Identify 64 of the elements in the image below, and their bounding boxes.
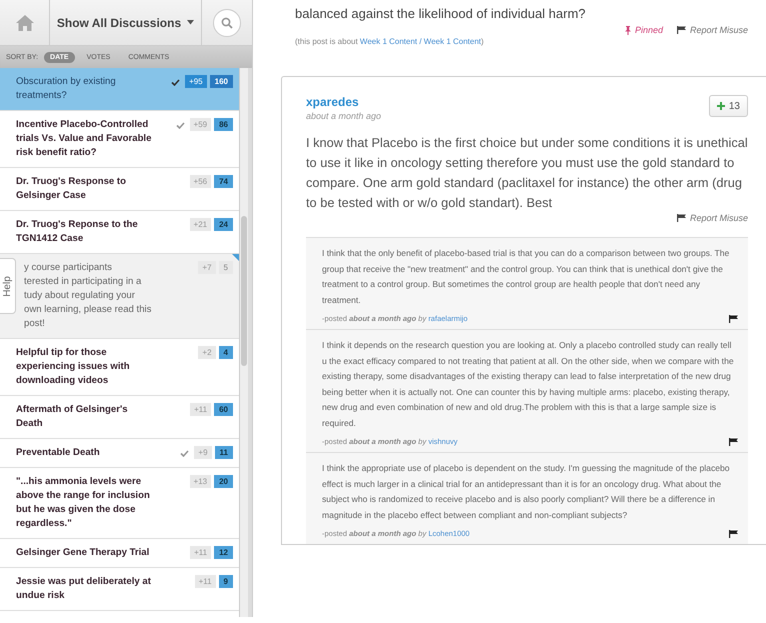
thread-title: "...his ammonia levels were above the range for inclusion but he was given the dose regardless." [16, 475, 150, 531]
comment-text: I think the appropriate use of placebo is dependent on the study. I'm guessing the magnitude of the placebo effect is much larger in a clinical trial for an antidepressant than it is for an oncology drug. What about the subject who is randomized to receive placebo and is also poorly compliant? Will there be a difference in magnitude in the placebo effect between compliant and non-compliant subjects? [322, 462, 731, 522]
comment-count: 11 [214, 446, 233, 459]
flag-icon [729, 438, 738, 446]
caret-icon [187, 20, 194, 25]
pinned-label[interactable]: Pinned [624, 25, 663, 35]
comment-count: 160 [210, 75, 233, 88]
thread-item[interactable]: Obscuration by existing treatments? +95 160 [0, 68, 239, 111]
response-text: I know that Placebo is the first choice but under some conditions it is unethical to use it like in oncology setting therefore you must use the gold standard to compare. One arm gold standard (paclitaxel for instance) the other arm (drug to be tested with or w/o gold standart). Best [306, 134, 748, 212]
report-button[interactable] [729, 314, 738, 322]
flag-icon [676, 26, 686, 34]
comment-text: I think that the only benefit of placebo-based trial is that you can do a comparison between two groups. The group that receive the "new treatment" and the control group. You can think that is unethical don't give the treatment to a control group. But sometimes the control group are health people that don't need any treatment. [322, 247, 730, 306]
vote-count: +9 [194, 446, 212, 459]
post-topic: (this post is about Week 1 Content / Week 1 Content) [295, 37, 484, 46]
scrollbar-thumb[interactable] [241, 216, 247, 366]
vote-count: +95 [185, 75, 207, 88]
thread-title: Dr. Truog's Reponse to the TGN1412 Case [16, 218, 138, 246]
post-time: about a month ago [306, 111, 382, 121]
plus-icon [716, 102, 725, 110]
author-link[interactable]: xparedes [306, 95, 382, 109]
thread-title: Preventable Death [16, 446, 100, 460]
report-button[interactable] [729, 438, 738, 446]
search-icon [221, 16, 233, 28]
vote-count: +11 [190, 546, 212, 559]
thread-title: Gelsinger Gene Therapy Trial [16, 546, 150, 560]
comment-count: 20 [214, 475, 233, 488]
pin-icon [624, 26, 631, 34]
thread-title: y course participants terested in participating in a tudy about regulating your own learning, please read this post! [23, 261, 152, 331]
comment-count: 86 [214, 118, 233, 131]
comment-text: I think it depends on the research question you are looking at. Only a placebo controlled study can really tell u the exact efficacy compared to not treating that patient at all. On the other side, when we compare with the existing therapy, some disadvantages of the existing therapy can lead to false interpretation of the new drug being better when it is actually not. One can counter this by having multiple arms: placebo, existing therapy, new drug and even combination of new and old drug.The problem with this is that a large sample size is required. [322, 339, 735, 430]
vote-count: +13 [190, 475, 212, 488]
thread-title: Obscuration by existing treatments? [16, 75, 116, 103]
flag-icon [729, 530, 738, 538]
unread-corner-icon [232, 254, 239, 261]
search-button[interactable] [213, 8, 241, 36]
flag-icon [676, 214, 686, 222]
flag-icon [729, 314, 738, 322]
thread-title: Helpful tip for those experiencing issues with downloading videos [16, 346, 130, 388]
thread-title: Dr. Truog's Response to Gelsinger Case [16, 175, 126, 203]
vote-count: +11 [194, 575, 216, 588]
report-misuse-link[interactable]: Report Misuse [676, 213, 748, 223]
comment-count: 24 [214, 218, 233, 231]
comment-count: 60 [214, 403, 233, 416]
comment-count: 9 [218, 575, 233, 588]
post-body: balanced against the likelihood of individual harm? [295, 6, 587, 21]
help-tab[interactable]: Help [0, 258, 16, 314]
thread-title: Jessie was put deliberately at undue risk [16, 575, 151, 603]
vote-count: +56 [190, 175, 212, 188]
thread-title: Aftermath of Gelsinger's Death [16, 403, 128, 431]
comment-count: 4 [218, 346, 233, 359]
thread-title: Incentive Placebo-Controlled trials Vs. Value and Favorable risk benefit ratio? [16, 118, 152, 160]
home-icon [14, 14, 34, 32]
vote-count: +7 [198, 261, 216, 274]
vote-count: +2 [198, 346, 216, 359]
report-button[interactable] [729, 530, 738, 538]
report-misuse-link[interactable]: Report Misuse [676, 25, 748, 35]
vote-count: +21 [190, 218, 212, 231]
comment-count: 12 [214, 546, 233, 559]
topic-link[interactable]: Week 1 Content / Week 1 Content [360, 37, 482, 46]
vote-button[interactable]: 13 [708, 95, 748, 117]
comment-count: 74 [214, 175, 233, 188]
vote-count: +11 [190, 403, 212, 416]
comment-count: 5 [218, 261, 233, 274]
vote-count: +59 [190, 118, 212, 131]
